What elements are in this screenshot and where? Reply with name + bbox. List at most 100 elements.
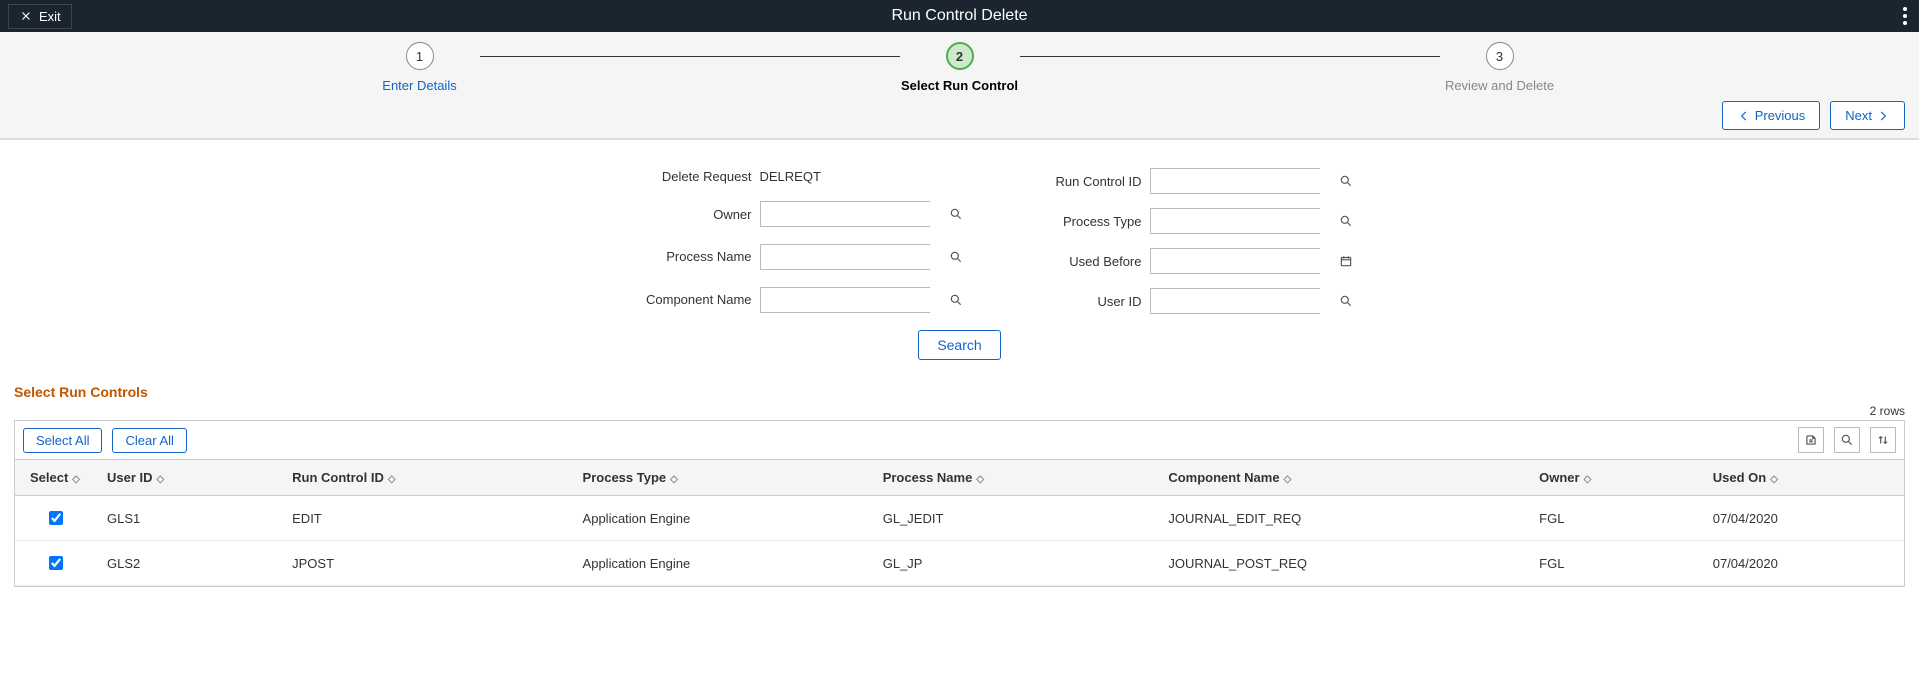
user-id-label: User ID	[990, 294, 1150, 309]
cell-process-type: Application Engine	[571, 541, 871, 586]
next-label: Next	[1845, 108, 1872, 123]
sort-indicator-icon	[1584, 474, 1592, 485]
download-icon[interactable]	[1798, 427, 1824, 453]
col-select[interactable]: Select	[15, 460, 95, 496]
cell-user-id: GLS2	[95, 541, 280, 586]
search-row: Search	[0, 330, 1919, 360]
sort-icon[interactable]	[1870, 427, 1896, 453]
process-type-field[interactable]	[1150, 208, 1320, 234]
grid-toolbar: Select All Clear All	[15, 421, 1904, 460]
search-icon[interactable]	[1339, 214, 1353, 228]
process-name-input[interactable]	[761, 245, 949, 269]
search-icon[interactable]	[1339, 294, 1353, 308]
component-name-label: Component Name	[600, 292, 760, 307]
table-row: GLS2 JPOST Application Engine GL_JP JOUR…	[15, 541, 1904, 586]
close-icon	[19, 9, 33, 23]
row-select-checkbox[interactable]	[49, 511, 63, 525]
step-connector	[480, 56, 900, 57]
cell-process-type: Application Engine	[571, 496, 871, 541]
search-form: Delete Request DELREQT Owner Process Nam…	[390, 168, 1530, 314]
delete-request-label: Delete Request	[600, 169, 760, 184]
owner-input[interactable]	[761, 202, 949, 226]
clear-all-button[interactable]: Clear All	[112, 428, 186, 453]
col-component-name[interactable]: Component Name	[1156, 460, 1527, 496]
cell-user-id: GLS1	[95, 496, 280, 541]
search-icon[interactable]	[949, 250, 963, 264]
owner-field[interactable]	[760, 201, 930, 227]
wizard-container: 1 Enter Details 2 Select Run Control 3 R…	[0, 32, 1919, 140]
delete-request-value: DELREQT	[760, 169, 930, 184]
topbar: Exit Run Control Delete	[0, 0, 1919, 32]
nav-buttons: Previous Next	[0, 93, 1919, 130]
col-process-type[interactable]: Process Type	[571, 460, 871, 496]
step-label[interactable]: Enter Details	[382, 78, 456, 93]
calendar-icon[interactable]	[1339, 254, 1353, 268]
col-user-id[interactable]: User ID	[95, 460, 280, 496]
component-name-input[interactable]	[761, 288, 949, 312]
cell-used-on: 07/04/2020	[1701, 496, 1904, 541]
cell-owner: FGL	[1527, 541, 1701, 586]
cell-process-name: GL_JEDIT	[871, 496, 1157, 541]
chevron-right-icon	[1876, 109, 1890, 123]
search-button[interactable]: Search	[918, 330, 1000, 360]
sort-indicator-icon	[670, 474, 678, 485]
wizard-step-3: 3 Review and Delete	[1440, 42, 1560, 93]
next-button[interactable]: Next	[1830, 101, 1905, 130]
rows-info: 2 rows	[14, 404, 1905, 418]
wizard-step-1[interactable]: 1 Enter Details	[360, 42, 480, 93]
cell-component-name: JOURNAL_POST_REQ	[1156, 541, 1527, 586]
sort-indicator-icon	[157, 474, 165, 485]
step-label: Select Run Control	[901, 78, 1018, 93]
section-title: Select Run Controls	[14, 384, 1905, 400]
col-used-on[interactable]: Used On	[1701, 460, 1904, 496]
sort-indicator-icon	[72, 474, 80, 485]
col-run-control-id[interactable]: Run Control ID	[280, 460, 570, 496]
sort-indicator-icon	[1284, 474, 1292, 485]
exit-label: Exit	[39, 9, 61, 24]
wizard-step-2: 2 Select Run Control	[900, 42, 1020, 93]
search-icon[interactable]	[949, 207, 963, 221]
process-name-label: Process Name	[600, 249, 760, 264]
exit-button[interactable]: Exit	[8, 4, 72, 29]
process-type-label: Process Type	[990, 214, 1150, 229]
previous-button[interactable]: Previous	[1722, 101, 1821, 130]
cell-run-control-id: JPOST	[280, 541, 570, 586]
user-id-input[interactable]	[1151, 289, 1339, 313]
step-circle: 3	[1486, 42, 1514, 70]
cell-run-control-id: EDIT	[280, 496, 570, 541]
wizard-steps: 1 Enter Details 2 Select Run Control 3 R…	[360, 42, 1560, 93]
owner-label: Owner	[600, 207, 760, 222]
run-control-id-input[interactable]	[1151, 169, 1339, 193]
search-icon[interactable]	[949, 293, 963, 307]
step-circle: 2	[946, 42, 974, 70]
form-col-left: Delete Request DELREQT Owner Process Nam…	[600, 168, 930, 314]
component-name-field[interactable]	[760, 287, 930, 313]
chevron-left-icon	[1737, 109, 1751, 123]
sort-indicator-icon	[388, 474, 396, 485]
find-icon[interactable]	[1834, 427, 1860, 453]
table-row: GLS1 EDIT Application Engine GL_JEDIT JO…	[15, 496, 1904, 541]
previous-label: Previous	[1755, 108, 1806, 123]
cell-process-name: GL_JP	[871, 541, 1157, 586]
col-owner[interactable]: Owner	[1527, 460, 1701, 496]
process-name-field[interactable]	[760, 244, 930, 270]
page-title: Run Control Delete	[891, 7, 1027, 25]
kebab-menu-icon[interactable]	[1899, 3, 1911, 29]
col-process-name[interactable]: Process Name	[871, 460, 1157, 496]
user-id-field[interactable]	[1150, 288, 1320, 314]
process-type-input[interactable]	[1151, 209, 1339, 233]
results-table: Select User ID Run Control ID Process Ty…	[15, 460, 1904, 586]
used-before-label: Used Before	[990, 254, 1150, 269]
cell-component-name: JOURNAL_EDIT_REQ	[1156, 496, 1527, 541]
step-connector	[1020, 56, 1440, 57]
step-label: Review and Delete	[1445, 78, 1554, 93]
select-all-button[interactable]: Select All	[23, 428, 102, 453]
step-circle: 1	[406, 42, 434, 70]
run-control-id-field[interactable]	[1150, 168, 1320, 194]
used-before-field[interactable]	[1150, 248, 1320, 274]
run-control-id-label: Run Control ID	[990, 174, 1150, 189]
search-icon[interactable]	[1339, 174, 1353, 188]
used-before-input[interactable]	[1151, 249, 1339, 273]
row-select-checkbox[interactable]	[49, 556, 63, 570]
grid-container: Select All Clear All Select User ID Run …	[14, 420, 1905, 587]
